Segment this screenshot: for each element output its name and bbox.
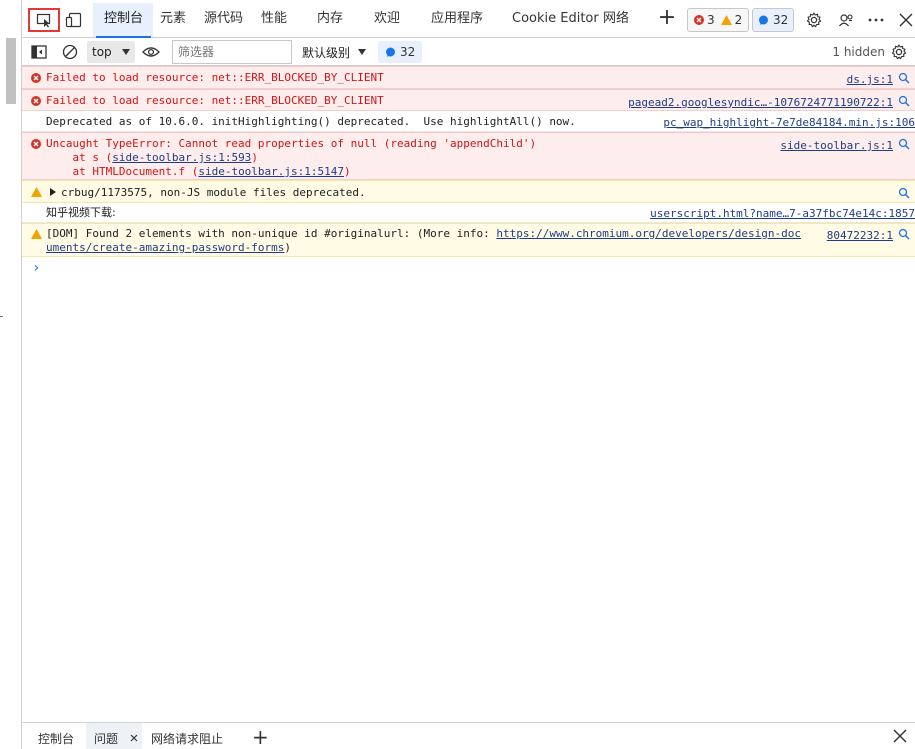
gear-icon	[891, 44, 907, 60]
console-toolbar: top 默认级别 32 1 hidden	[22, 38, 915, 66]
add-drawer-tab-plus-icon[interactable]: +	[252, 727, 269, 747]
close-tab-icon[interactable]	[130, 734, 138, 742]
message-text: Uncaught TypeError: Cannot read properti…	[46, 137, 537, 150]
tab-network[interactable]: 网络	[603, 0, 629, 38]
sidebar-icon	[31, 45, 47, 59]
stack-frame-link[interactable]: side-toolbar.js:1:5147	[198, 165, 344, 178]
error-count: 3	[694, 13, 715, 27]
message-text: Failed to load resource: net::ERR_BLOCKE…	[46, 94, 384, 107]
message-source-link[interactable]: userscript.html?name…7-a37fbc74e14c:1857	[650, 207, 915, 221]
console-message[interactable]: Deprecated as of 10.6.0. initHighlightin…	[22, 111, 915, 132]
search-icon[interactable]	[898, 187, 910, 199]
device-toolbar-button[interactable]	[62, 8, 86, 32]
tab-sources[interactable]: 源代码	[204, 0, 243, 38]
message-bubble-icon	[386, 47, 395, 57]
error-icon	[694, 15, 704, 25]
message-text: Deprecated as of 10.6.0. initHighlightin…	[46, 115, 576, 128]
close-devtools-button[interactable]	[894, 8, 915, 32]
devtools-panel: 控制台 元素 源代码 性能 内存 欢迎 应用程序 Cookie Editor 网…	[22, 0, 915, 749]
more-info-link[interactable]: https://www.chromium.org/developers/desi…	[496, 227, 801, 240]
clear-console-button[interactable]	[62, 40, 82, 64]
clear-icon	[62, 44, 78, 60]
message-count-badge[interactable]: 32	[752, 8, 795, 32]
page-scrollbar-thumb[interactable]	[6, 38, 16, 104]
ellipsis-icon	[868, 18, 884, 22]
chevron-down-icon	[358, 49, 367, 55]
inspect-icon	[36, 13, 51, 28]
drawer-tab-issues[interactable]: 问题	[86, 723, 142, 749]
error-icon	[31, 139, 41, 149]
tab-console[interactable]: 控制台	[95, 0, 152, 38]
message-text: crbug/1173575, non-JS module files depre…	[61, 186, 366, 199]
main-tab-bar: 控制台 元素 源代码 性能 内存 欢迎 应用程序 Cookie Editor 网…	[22, 0, 915, 38]
message-bubble-icon	[759, 15, 768, 25]
stack-frame-link[interactable]: side-toolbar.js:1:593	[112, 151, 251, 164]
warning-icon	[31, 187, 42, 197]
inspect-element-button[interactable]	[28, 8, 60, 32]
message-text-cont: uments/create-amazing-password-forms)	[46, 241, 292, 254]
console-message[interactable]: 知乎视频下载: userscript.html?name…7-a37fbc74e…	[22, 203, 915, 223]
toolbar-message-count[interactable]: 32	[378, 41, 423, 63]
drawer-tab-network-request-blocking[interactable]: 网络请求阻止	[151, 723, 223, 749]
warning-icon	[720, 15, 732, 25]
console-messages: Failed to load resource: net::ERR_BLOCKE…	[22, 66, 915, 257]
error-icon	[31, 73, 41, 83]
message-source-link[interactable]: pc_wap_highlight-7e7de84184.min.js:106	[663, 116, 915, 130]
more-info-link-cont[interactable]: uments/create-amazing-password-forms	[46, 241, 284, 254]
warning-count: 2	[720, 13, 742, 27]
tab-elements[interactable]: 元素	[160, 0, 186, 38]
message-text: [DOM] Found 2 elements with non-unique i…	[46, 227, 801, 240]
issue-counts[interactable]: 3 2	[687, 8, 750, 32]
close-drawer-button[interactable]	[893, 729, 909, 745]
search-icon[interactable]	[898, 228, 910, 240]
show-sidebar-button[interactable]	[31, 40, 51, 64]
search-icon[interactable]	[898, 138, 910, 150]
hidden-messages-label: 1 hidden	[832, 45, 885, 59]
gutter-tick	[0, 316, 3, 317]
people-connect-icon	[839, 14, 853, 27]
error-icon	[31, 96, 41, 106]
connected-devices-button[interactable]	[834, 8, 858, 32]
console-message[interactable]: [DOM] Found 2 elements with non-unique i…	[22, 223, 915, 257]
console-prompt[interactable]: ›	[32, 260, 40, 276]
search-icon[interactable]	[898, 95, 910, 107]
log-levels-dropdown[interactable]: 默认级别	[302, 40, 367, 64]
message-source-link[interactable]: side-toolbar.js:1	[780, 139, 893, 153]
warning-icon	[31, 229, 42, 239]
console-message[interactable]: crbug/1173575, non-JS module files depre…	[22, 180, 915, 203]
message-source-link[interactable]: ds.js:1	[847, 73, 893, 87]
message-source-link[interactable]: pagead2.googlesyndic…-1076724771190722:1	[628, 96, 893, 110]
drawer-tab-console[interactable]: 控制台	[38, 723, 74, 749]
stack-frame: at s (side-toolbar.js:1:593)	[46, 151, 258, 164]
tab-cookie-editor[interactable]: Cookie Editor	[512, 0, 599, 38]
chevron-down-icon	[122, 49, 130, 55]
device-icon	[65, 12, 82, 28]
search-icon[interactable]	[898, 72, 910, 84]
close-icon	[899, 13, 913, 27]
console-settings-button[interactable]	[891, 40, 911, 64]
console-message[interactable]: Uncaught TypeError: Cannot read properti…	[22, 132, 915, 180]
stack-frame: at HTMLDocument.f (side-toolbar.js:1:514…	[46, 165, 351, 178]
page-scrollbar[interactable]	[0, 0, 22, 749]
tab-welcome[interactable]: 欢迎	[374, 0, 400, 38]
message-source-link[interactable]: 80472232:1	[827, 229, 893, 243]
filter-input[interactable]	[172, 40, 292, 64]
close-icon	[893, 729, 907, 743]
live-expression-button[interactable]	[142, 40, 164, 64]
more-tabs-plus-icon[interactable]: +	[654, 6, 680, 32]
eye-icon	[142, 47, 160, 57]
tab-performance[interactable]: 性能	[261, 0, 287, 38]
console-message[interactable]: Failed to load resource: net::ERR_BLOCKE…	[22, 66, 915, 89]
expand-triangle-icon[interactable]	[50, 188, 56, 196]
settings-button[interactable]	[802, 8, 826, 32]
context-selector[interactable]: top	[87, 41, 135, 63]
tab-memory[interactable]: 内存	[317, 0, 343, 38]
tab-application[interactable]: 应用程序	[431, 0, 483, 38]
message-text: 知乎视频下载:	[46, 206, 116, 219]
more-options-button[interactable]	[864, 8, 888, 32]
drawer-tab-bar: 控制台 问题 网络请求阻止 +	[22, 722, 915, 749]
console-message[interactable]: Failed to load resource: net::ERR_BLOCKE…	[22, 89, 915, 111]
gear-icon	[806, 12, 822, 28]
message-text: Failed to load resource: net::ERR_BLOCKE…	[46, 71, 384, 84]
